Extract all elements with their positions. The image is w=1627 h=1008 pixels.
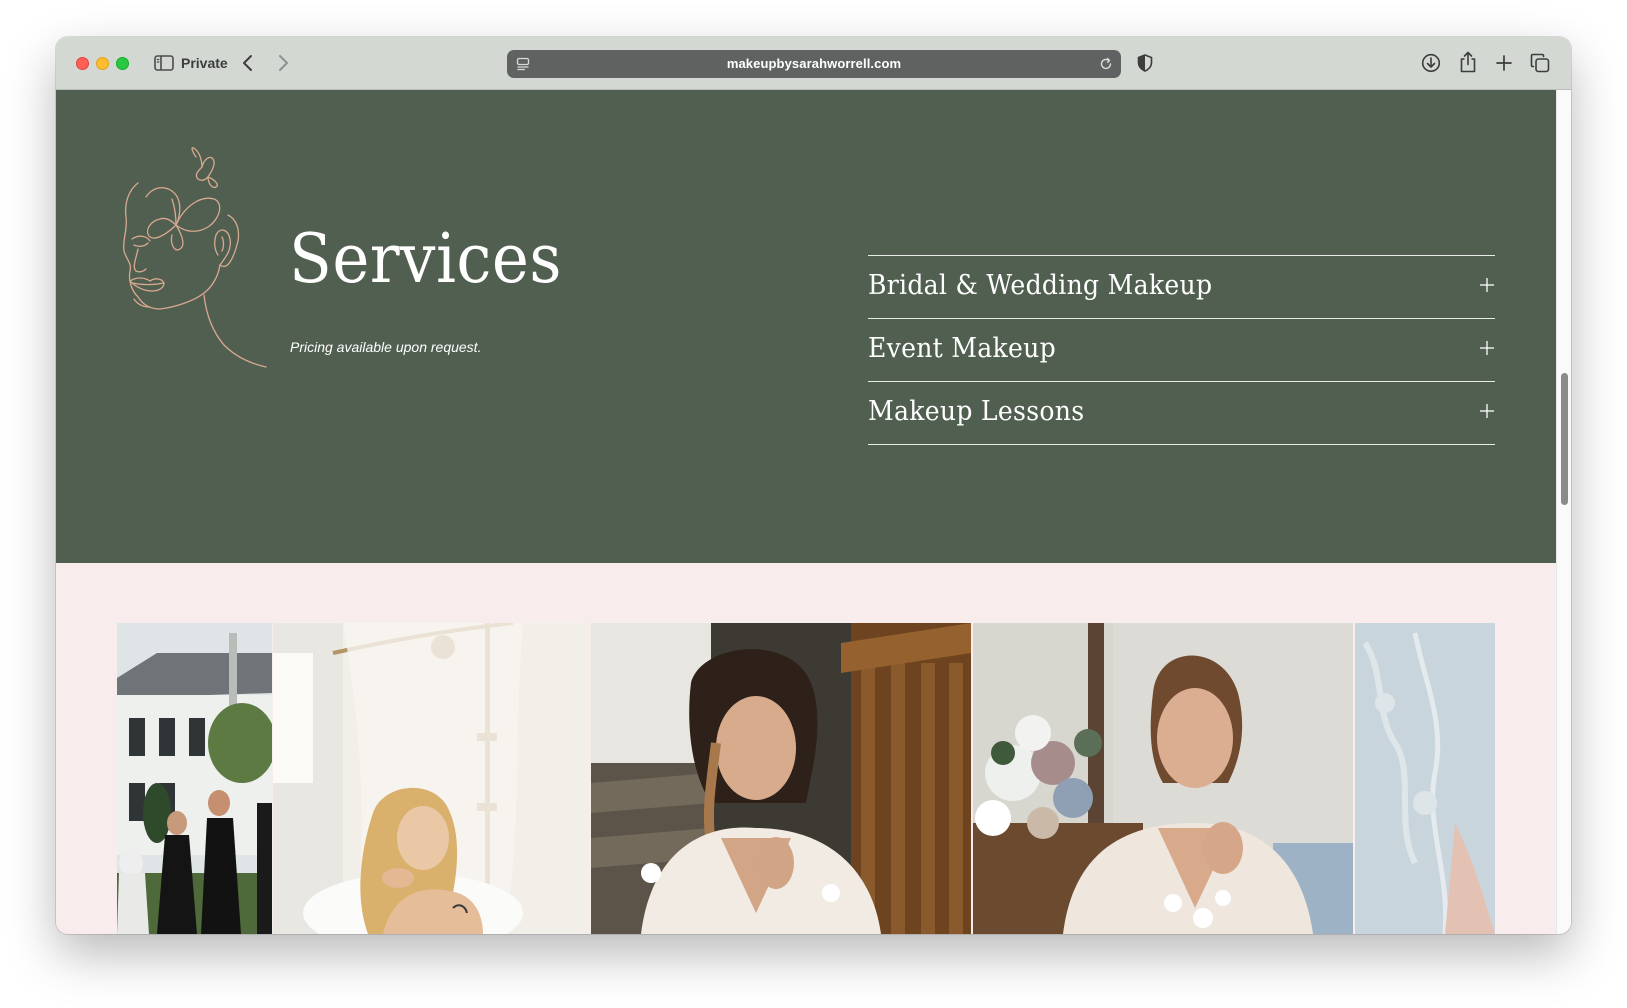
services-section: Services Pricing available upon request.… — [56, 90, 1556, 563]
scrollbar-thumb[interactable] — [1561, 373, 1568, 505]
close-window-button[interactable] — [76, 57, 89, 70]
minimize-window-button[interactable] — [96, 57, 109, 70]
services-heading: Services — [289, 220, 562, 299]
accordion-item-label: Makeup Lessons — [868, 396, 1085, 427]
bride-flowers-photo[interactable] — [973, 623, 1353, 934]
forward-chevron-icon[interactable] — [271, 51, 295, 75]
partial-lace-photo[interactable] — [1355, 623, 1495, 934]
downloads-icon[interactable] — [1419, 51, 1443, 75]
photo-gallery — [117, 623, 1495, 934]
blonde-woman-bathroom-photo[interactable] — [273, 623, 590, 934]
pricing-note: Pricing available upon request. — [290, 339, 482, 355]
accordion-item-event-makeup[interactable]: Event Makeup — [868, 319, 1495, 382]
browser-window: Private makeupbysarahworrell.com Service… — [56, 37, 1571, 934]
url-text: makeupbysarahworrell.com — [726, 56, 902, 71]
sidebar-toggle-icon[interactable] — [153, 53, 175, 73]
tab-overview-icon[interactable] — [1528, 51, 1552, 75]
accordion-item-bridal-wedding-makeup[interactable]: Bridal & Wedding Makeup — [868, 256, 1495, 319]
web-page: Services Pricing available upon request.… — [56, 90, 1556, 934]
reload-icon[interactable] — [1097, 55, 1115, 73]
accordion-item-label: Bridal & Wedding Makeup — [868, 270, 1213, 301]
page-scrollbar[interactable] — [1556, 90, 1571, 934]
privacy-shield-icon[interactable] — [1133, 51, 1157, 75]
browser-toolbar: Private makeupbysarahworrell.com — [56, 37, 1571, 90]
address-bar[interactable]: makeupbysarahworrell.com — [507, 50, 1121, 78]
accordion-item-label: Event Makeup — [868, 333, 1056, 364]
new-tab-plus-icon[interactable] — [1492, 51, 1516, 75]
accordion-item-makeup-lessons[interactable]: Makeup Lessons — [868, 382, 1495, 445]
services-accordion: Bridal & Wedding Makeup Event Makeup Mak… — [868, 255, 1495, 445]
bride-stairs-photo[interactable] — [591, 623, 971, 934]
plus-icon[interactable] — [1479, 340, 1495, 356]
private-mode-label: Private — [181, 55, 228, 71]
share-icon[interactable] — [1456, 49, 1480, 75]
back-chevron-icon[interactable] — [236, 51, 260, 75]
plus-icon[interactable] — [1479, 403, 1495, 419]
zoom-window-button[interactable] — [116, 57, 129, 70]
plus-icon[interactable] — [1479, 277, 1495, 293]
bridesmaids-outdoor-photo[interactable] — [117, 623, 272, 934]
butterfly-face-illustration — [122, 147, 267, 368]
